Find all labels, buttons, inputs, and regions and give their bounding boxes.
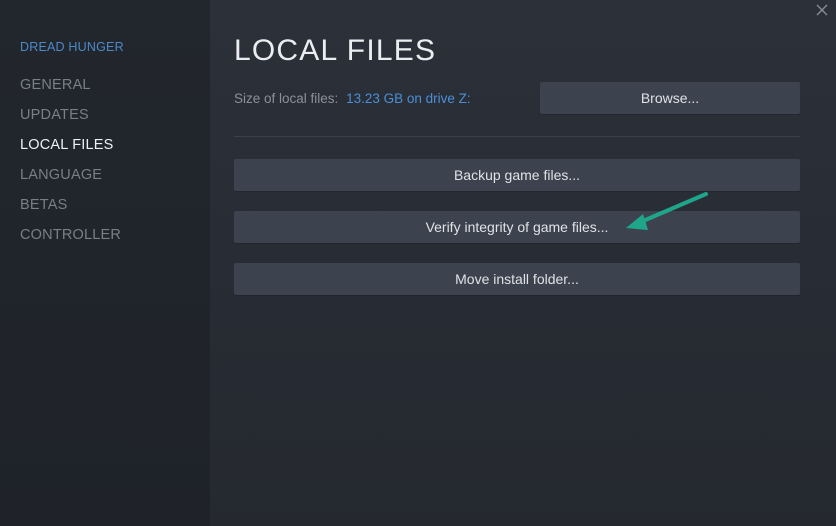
- properties-window: DREAD HUNGER GENERAL UPDATES LOCAL FILES…: [0, 0, 836, 526]
- close-icon[interactable]: [815, 3, 829, 17]
- backup-game-files-button[interactable]: Backup game files...: [234, 159, 800, 191]
- sidebar-nav: GENERAL UPDATES LOCAL FILES LANGUAGE BET…: [20, 76, 121, 256]
- sidebar-item-controller[interactable]: CONTROLLER: [20, 226, 121, 256]
- divider: [234, 136, 800, 137]
- page-title: LOCAL FILES: [234, 34, 437, 67]
- sidebar-item-updates[interactable]: UPDATES: [20, 106, 121, 136]
- size-label: Size of local files:: [234, 91, 339, 106]
- sidebar: DREAD HUNGER GENERAL UPDATES LOCAL FILES…: [0, 0, 210, 526]
- sidebar-item-local-files[interactable]: LOCAL FILES: [20, 136, 121, 166]
- size-value: 13.23 GB on drive Z:: [346, 91, 471, 106]
- move-install-folder-button[interactable]: Move install folder...: [234, 263, 800, 295]
- verify-integrity-button[interactable]: Verify integrity of game files...: [234, 211, 800, 243]
- browse-button[interactable]: Browse...: [540, 82, 800, 114]
- sidebar-item-betas[interactable]: BETAS: [20, 196, 121, 226]
- sidebar-item-language[interactable]: LANGUAGE: [20, 166, 121, 196]
- local-files-size: Size of local files: 13.23 GB on drive Z…: [234, 91, 471, 106]
- game-title: DREAD HUNGER: [20, 40, 124, 54]
- sidebar-item-general[interactable]: GENERAL: [20, 76, 121, 106]
